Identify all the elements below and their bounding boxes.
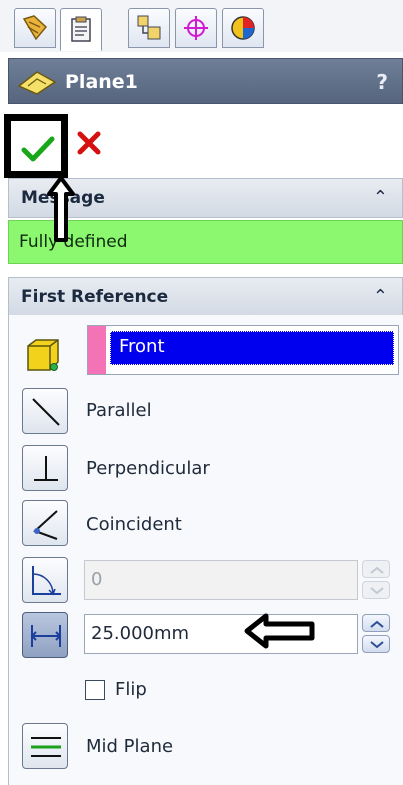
coincident-label: Coincident (86, 514, 182, 535)
plane-icon (15, 68, 59, 100)
first-reference-section-header[interactable]: First Reference ⌃ (8, 277, 403, 317)
property-manager-title-bar: Plane1 ? (8, 58, 403, 104)
feature-title: Plane1 (65, 71, 138, 93)
tab-configuration-manager[interactable] (128, 8, 170, 48)
cancel-button[interactable] (76, 130, 102, 160)
angle-increment-button[interactable] (362, 560, 390, 578)
distance-button[interactable] (22, 612, 68, 658)
annotation-up-arrow-icon (46, 176, 76, 246)
angle-input[interactable]: 0 (84, 560, 358, 600)
close-icon (76, 131, 102, 160)
selected-reference-front[interactable]: Front (110, 331, 394, 365)
tab-feature-manager[interactable] (14, 8, 56, 48)
collapse-message-icon[interactable]: ⌃ (373, 187, 388, 208)
property-manager-icon (66, 15, 96, 45)
angle-spinner[interactable] (362, 560, 392, 600)
perpendicular-button[interactable] (22, 445, 68, 491)
flip-checkbox[interactable] (85, 680, 105, 700)
action-row (0, 110, 403, 182)
tab-dim-xpert[interactable] (175, 8, 217, 48)
feature-manager-icon (20, 13, 50, 43)
ok-button[interactable] (4, 114, 68, 178)
annotation-left-arrow-icon (244, 613, 316, 653)
mid-plane-button[interactable] (22, 723, 68, 769)
angle-button[interactable] (22, 557, 68, 603)
first-reference-title: First Reference (21, 287, 169, 307)
distance-input[interactable]: 25.000mm (84, 614, 358, 654)
angle-decrement-button[interactable] (362, 581, 390, 599)
manager-tab-bar (0, 0, 403, 52)
parallel-label: Parallel (86, 400, 152, 421)
mid-plane-label: Mid Plane (86, 736, 174, 757)
coincident-button[interactable] (22, 500, 68, 546)
distance-decrement-button[interactable] (362, 635, 390, 653)
configuration-manager-icon (134, 13, 164, 43)
display-manager-icon (228, 13, 258, 43)
collapse-first-reference-icon[interactable]: ⌃ (373, 286, 388, 307)
help-button[interactable]: ? (376, 70, 388, 94)
face-select-icon (24, 338, 64, 376)
tab-display-manager[interactable] (222, 8, 264, 48)
dim-xpert-icon (181, 13, 211, 43)
parallel-button[interactable] (22, 388, 68, 434)
reference-color-swatch (88, 326, 106, 374)
distance-spinner[interactable] (362, 614, 392, 654)
tab-property-manager[interactable] (60, 8, 102, 51)
flip-label: Flip (115, 679, 147, 700)
first-reference-panel (8, 315, 403, 785)
distance-increment-button[interactable] (362, 614, 390, 632)
perpendicular-label: Perpendicular (86, 458, 210, 479)
reference-selection-box[interactable]: Front (87, 325, 399, 375)
